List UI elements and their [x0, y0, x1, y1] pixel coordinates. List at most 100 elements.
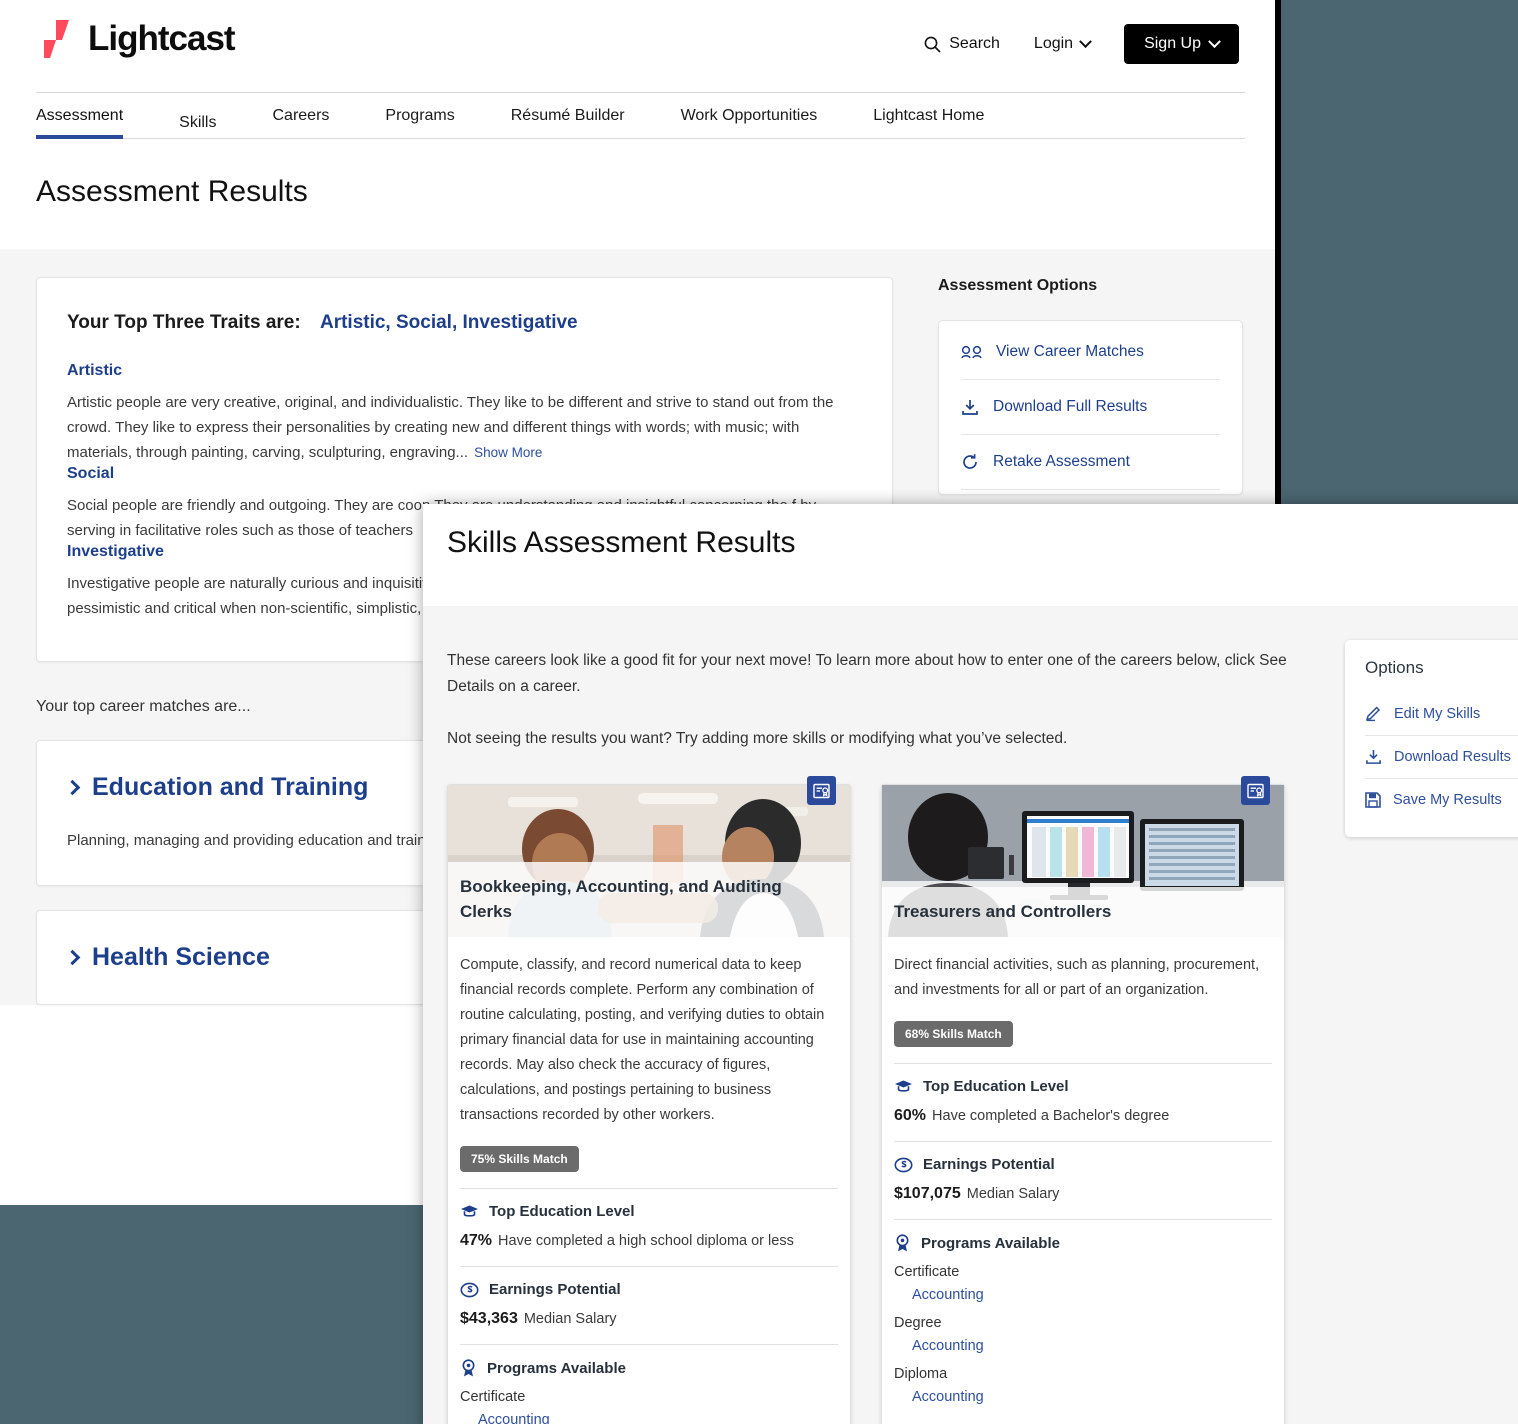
search-label: Search — [949, 35, 1000, 52]
section-heading: Programs Available — [460, 1359, 838, 1377]
education-value: 60% Have completed a Bachelor's degree — [894, 1107, 1272, 1125]
search-icon — [924, 36, 941, 53]
skills-match-badge: 68% Skills Match — [894, 1021, 1013, 1047]
assessment-options-heading: Assessment Options — [938, 277, 1098, 294]
nav-label: Programs — [385, 107, 455, 124]
section-heading: Top Education Level — [894, 1078, 1272, 1095]
nav-label: Lightcast Home — [873, 107, 985, 124]
refresh-icon — [961, 453, 979, 471]
skills-match-badge: 75% Skills Match — [460, 1146, 579, 1172]
save-my-results-button[interactable]: Save My Results — [1365, 779, 1518, 821]
login-label: Login — [1033, 35, 1074, 52]
earnings-amount: $107,075 — [894, 1185, 961, 1202]
trait-artistic: Artistic Artistic people are very creati… — [67, 362, 862, 465]
program-type: Certificate — [460, 1389, 526, 1405]
trait-text: Artistic people are very creative, origi… — [67, 394, 834, 461]
assessment-options-sidebar: Assessment Options View Career Matches D… — [938, 277, 1243, 495]
section-heading: Earnings Potential — [894, 1156, 1272, 1173]
header-actions: Search Login Sign Up — [924, 24, 1239, 64]
earnings-potential-section: Earnings Potential $43,363 Median Salary — [460, 1266, 838, 1328]
option-label: Download Full Results — [993, 398, 1148, 415]
show-more-link[interactable]: Show More — [474, 445, 542, 460]
download-icon — [1365, 749, 1382, 765]
nav-label: Work Opportunities — [680, 107, 818, 124]
nav-item-skills[interactable]: Skills — [179, 114, 216, 138]
program-link[interactable]: Accounting — [478, 1412, 838, 1424]
program-link[interactable]: Accounting — [912, 1389, 1272, 1405]
top-traits-label: Your Top Three Traits are: — [67, 312, 301, 333]
view-career-matches-button[interactable]: View Career Matches — [961, 325, 1220, 380]
education-text: Have completed a high school diploma or … — [498, 1233, 794, 1249]
program-link[interactable]: Accounting — [912, 1287, 1272, 1303]
cluster-title: Education and Training — [92, 773, 369, 801]
coin-icon — [460, 1282, 479, 1298]
retake-assessment-button[interactable]: Retake Assessment — [961, 435, 1220, 490]
education-percent: 47% — [460, 1232, 493, 1249]
nav-item-careers[interactable]: Careers — [272, 107, 329, 138]
signup-button[interactable]: Sign Up — [1124, 24, 1239, 64]
nav-item-lightcast-home[interactable]: Lightcast Home — [873, 107, 984, 138]
nav-item-work-opportunities[interactable]: Work Opportunities — [681, 107, 818, 138]
career-matches-icon — [961, 344, 982, 360]
option-label: Download Results — [1394, 749, 1511, 765]
login-menu[interactable]: Login — [1033, 34, 1092, 53]
card-description: Compute, classify, and record numerical … — [460, 957, 825, 1123]
section-heading-label: Earnings Potential — [923, 1156, 1055, 1173]
ribbon-award-icon — [460, 1359, 477, 1377]
section-heading-label: Programs Available — [921, 1234, 1060, 1252]
option-label: Retake Assessment — [993, 453, 1130, 470]
nav-label: Résumé Builder — [510, 107, 625, 124]
nav-item-resume-builder[interactable]: Résumé Builder — [511, 107, 625, 138]
earnings-amount: $43,363 — [460, 1310, 518, 1327]
certificate-badge-icon — [1241, 776, 1270, 805]
career-card-treasurers[interactable]: Treasurers and Controllers Direct financ… — [881, 776, 1285, 1424]
trait-description: Artistic people are very creative, origi… — [67, 390, 862, 465]
assessment-options-box: View Career Matches Download Full Result… — [938, 320, 1243, 495]
earnings-value: $43,363 Median Salary — [460, 1310, 838, 1328]
chevron-right-icon — [64, 949, 81, 966]
lightcast-logo-icon — [36, 18, 78, 60]
nav-item-programs[interactable]: Programs — [385, 107, 454, 138]
education-value: 47% Have completed a high school diploma … — [460, 1232, 838, 1250]
top-education-level-section: Top Education Level 47% Have completed a … — [460, 1188, 838, 1250]
earnings-value: $107,075 Median Salary — [894, 1185, 1272, 1203]
nav-label: Assessment — [36, 107, 124, 124]
section-heading: Earnings Potential — [460, 1281, 838, 1298]
search-button[interactable]: Search — [924, 35, 1000, 53]
page-title: Assessment Results — [36, 175, 308, 208]
education-percent: 60% — [894, 1107, 927, 1124]
career-card-bookkeeping[interactable]: Bookkeeping, Accounting, and Auditing Cl… — [447, 776, 851, 1424]
chevron-down-icon — [1208, 34, 1221, 48]
programs-available-section: Programs Available Certificate Accountin… — [460, 1344, 838, 1424]
ribbon-award-icon — [894, 1234, 911, 1252]
edit-my-skills-button[interactable]: Edit My Skills — [1365, 692, 1518, 736]
download-full-results-button[interactable]: Download Full Results — [961, 380, 1220, 435]
programs-available-section: Programs Available Certificate Accountin… — [894, 1219, 1272, 1405]
trait-name: Artistic — [67, 362, 123, 379]
card-hero-image: Bookkeeping, Accounting, and Auditing Cl… — [448, 785, 850, 937]
download-results-button[interactable]: Download Results — [1365, 736, 1518, 779]
card-description: Direct financial activities, such as pla… — [894, 957, 1260, 998]
section-heading: Programs Available — [894, 1234, 1272, 1252]
education-text: Have completed a Bachelor's degree — [932, 1108, 1170, 1124]
career-cards-row: Bookkeeping, Accounting, and Auditing Cl… — [447, 776, 1518, 1424]
graduation-cap-icon — [460, 1204, 479, 1219]
section-heading-label: Programs Available — [487, 1359, 626, 1377]
nav-label: Careers — [272, 107, 330, 124]
trait-name: Social — [67, 465, 115, 482]
cluster-title: Health Science — [92, 943, 270, 971]
section-heading-label: Top Education Level — [489, 1203, 635, 1220]
chevron-down-icon — [1079, 34, 1092, 48]
top-education-level-section: Top Education Level 60% Have completed a … — [894, 1063, 1272, 1125]
option-label: View Career Matches — [996, 343, 1144, 360]
chevron-right-icon — [64, 779, 81, 796]
earnings-potential-section: Earnings Potential $107,075 Median Salary — [894, 1141, 1272, 1203]
certificate-badge-icon — [807, 776, 836, 805]
pencil-icon — [1365, 705, 1382, 722]
nav-item-assessment[interactable]: Assessment — [36, 107, 124, 139]
brand-name: Lightcast — [88, 19, 236, 58]
main-nav: Assessment Skills Careers Programs Résum… — [36, 92, 1245, 139]
program-type: Diploma — [894, 1366, 948, 1382]
graduation-cap-icon — [894, 1079, 913, 1094]
program-link[interactable]: Accounting — [912, 1338, 1272, 1354]
